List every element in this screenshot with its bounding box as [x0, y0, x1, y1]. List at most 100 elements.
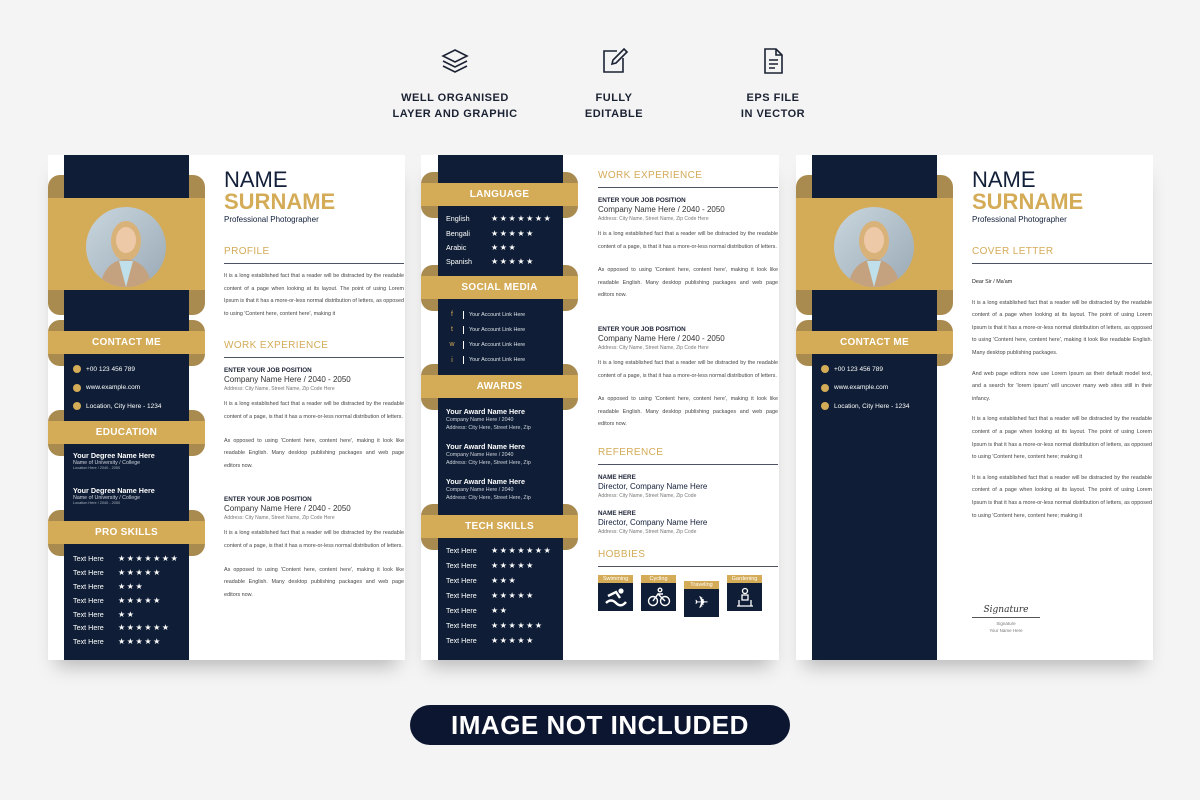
job-title: Professional Photographer [224, 215, 319, 224]
feature-line1: EPS FILE [746, 92, 800, 104]
contact-text: Location, City Here - 1234 [834, 402, 910, 410]
social-text: Your Account Link Here [469, 357, 526, 364]
skill-row: Text Here ★★★★★ [446, 589, 535, 603]
skill-row: Text Here ★★★★★ [73, 635, 162, 649]
education-meta: Location Here / 2040 - 2050 [73, 501, 121, 505]
social-text: Your Account Link Here [469, 311, 526, 318]
skill-row: English ★★★★★★★ [446, 212, 552, 226]
surname: SURNAME [224, 189, 336, 214]
star-rating: ★★★★★★★ [491, 214, 553, 224]
skill-name: Text Here [446, 636, 477, 646]
profile-photo [834, 207, 914, 287]
first-name: NAME [224, 167, 288, 192]
degree-name: Your Degree Name Here [73, 486, 155, 495]
globe-icon [73, 383, 81, 392]
profile-heading: PROFILE [224, 246, 404, 264]
main-column: NAME SURNAME Professional Photographer COVE… [972, 169, 1152, 522]
cycling-icon [641, 582, 676, 611]
gardening-icon [727, 582, 762, 611]
job-address: Address: City Name, Street Name, Zip Cod… [224, 515, 335, 522]
star-rating: ★★★★★★★ [118, 554, 180, 564]
award-item: Your Award Name Here Company Name Here / … [446, 442, 531, 467]
skill-row: Text Here ★★★★★★★ [73, 552, 179, 566]
edit-icon [603, 47, 629, 73]
job-description: It is a long established fact that a rea… [598, 359, 778, 379]
award-address: Address: City Here, Street Here, Zip [446, 425, 531, 431]
job-address: Address: City Name, Street Name, Zip Cod… [598, 344, 709, 351]
star-rating: ★★★ [491, 242, 518, 252]
job-position: ENTER YOUR JOB POSITION [224, 367, 312, 375]
hobby-label: Cycling [641, 574, 676, 583]
skill-row: Text Here ★★ [446, 604, 509, 618]
cover-paragraph: It is a long established fact that a rea… [972, 416, 1152, 461]
education-item: Your Degree Name Here Name of University … [73, 451, 155, 470]
award-name: Your Award Name Here [446, 477, 525, 486]
reference-address: Address: City Name, Street Name, Zip Cod… [598, 492, 697, 499]
contact-text: www.example.com [834, 384, 889, 391]
work-heading: WORK EXPERIENCE [224, 340, 404, 359]
star-rating: ★★★★★★★ [491, 546, 553, 556]
feature-line1: FULLY [595, 92, 633, 104]
feature-eps: EPS FILE IN VECTOR [693, 46, 853, 122]
tech-skills-heading: TECH SKILLS [421, 515, 578, 538]
greeting: Dear Sir / Ma'am [972, 279, 1013, 285]
language-heading: LANGUAGE [421, 183, 578, 206]
star-rating: ★★★★★★ [118, 623, 171, 633]
award-item: Your Award Name Here Company Name Here / … [446, 407, 531, 432]
reference-role: Director, Company Name Here [598, 481, 708, 491]
skill-row: Bengali ★★★★★ [446, 226, 535, 240]
main-column: NAME SURNAME Professional Photographer PROF… [224, 169, 404, 601]
skill-row: Text Here ★★★★★★ [73, 621, 171, 635]
reference-name: NAME HERE [598, 473, 636, 481]
divider [463, 340, 464, 349]
signature-name: Your Name Here [989, 628, 1023, 633]
location-icon [73, 402, 81, 410]
surname: SURNAME [972, 189, 1084, 214]
company-name: Company Name Here / 2040 - 2050 [598, 333, 725, 343]
degree-name: Your Degree Name Here [73, 451, 155, 460]
globe-icon [821, 383, 829, 392]
job-description: It is a long established fact that a rea… [598, 231, 778, 250]
contact-item: Location, City Here - 1234 [821, 400, 910, 412]
star-rating: ★★★★★ [118, 595, 162, 605]
hobby-label: Traveling [684, 580, 719, 589]
skill-name: Text Here [73, 595, 104, 605]
social-text: Your Account Link Here [469, 326, 526, 333]
awards-heading: AWARDS [421, 375, 578, 398]
hobby-label: Gardening [727, 574, 762, 583]
phone-icon [73, 365, 81, 373]
skill-row: Text Here ★★ [73, 607, 136, 621]
reference-heading: REFERENCE [598, 447, 778, 465]
skill-row: Text Here ★★★ [446, 574, 517, 588]
social-text: Your Account Link Here [469, 341, 526, 348]
skill-row: Text Here ★★★★★ [73, 593, 162, 607]
education-heading: EDUCATION [48, 421, 205, 444]
divider [463, 325, 464, 334]
cover-letter-page: CONTACT ME +00 123 456 789 www.example.com… [796, 155, 1153, 660]
layers-icon [441, 49, 469, 73]
cover-paragraph: And web page editors now use Lorem Ipsum… [972, 370, 1152, 402]
cover-letter-heading: COVER LETTER [972, 246, 1152, 264]
airplane-icon: ✈ [684, 588, 719, 617]
skill-name: English [446, 214, 470, 224]
skill-row: Text Here ★★★★★ [446, 634, 535, 648]
job-description: As opposed to using 'Content here, conte… [598, 267, 778, 299]
skill-row: Text Here ★★★★★ [73, 566, 162, 580]
job-address: Address: City Name, Street Name, Zip Cod… [224, 386, 335, 393]
star-rating: ★★★★★ [491, 591, 535, 601]
star-rating: ★★★ [491, 576, 518, 586]
star-rating: ★★★★★ [491, 257, 535, 267]
contact-item: Location, City Here - 1234 [73, 400, 162, 412]
star-rating: ★★★★★ [118, 637, 162, 647]
reference-role: Director, Company Name Here [598, 517, 708, 527]
skill-name: Bengali [446, 228, 470, 238]
job-title: Professional Photographer [972, 215, 1067, 224]
award-address: Address: City Here, Street Here, Zip [446, 495, 531, 501]
hobbies-list: Swimming Cycling Traveling ✈ Gardening [598, 574, 778, 617]
job-description: As opposed to using 'Content here, conte… [598, 396, 778, 428]
profile-text: It is a long established fact that a rea… [224, 273, 404, 317]
social-link: i Your Account Link Here [446, 353, 525, 368]
job-description: It is a long established fact that a rea… [224, 530, 404, 549]
feature-line2: EDITABLE [584, 108, 644, 120]
signature-label: Signature [996, 621, 1016, 626]
